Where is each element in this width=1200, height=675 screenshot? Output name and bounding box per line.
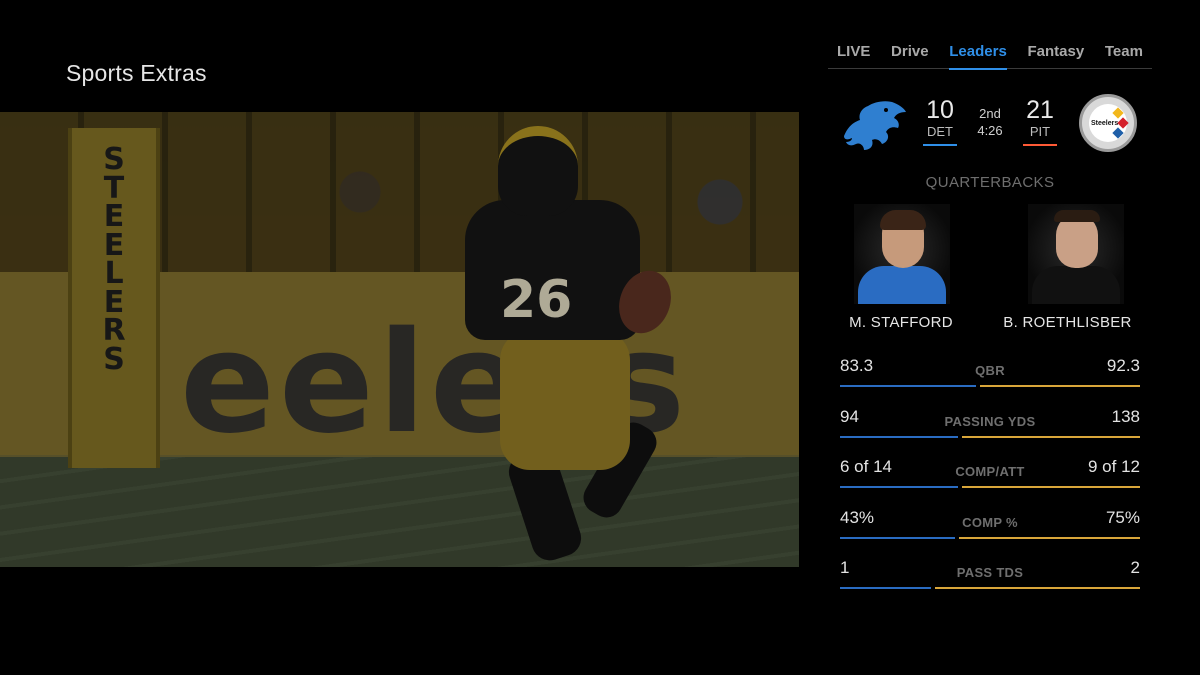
leaders-section-title: QUARTERBACKS — [925, 174, 1055, 191]
game-clock: 2nd 4:26 — [972, 105, 1008, 139]
tab-fantasy[interactable]: Fantasy — [1027, 42, 1084, 69]
stat-away-bar — [840, 486, 958, 488]
stat-label: PASSING YDS — [944, 413, 1036, 429]
home-qb-jersey — [1032, 266, 1120, 304]
stat-row: 6 of 14 COMP/ATT 9 of 12 — [840, 457, 1140, 497]
stat-home-value: 75% — [1105, 507, 1140, 527]
stat-home-value: 92.3 — [1106, 356, 1140, 375]
stat-home-value: 9 of 12 — [1088, 457, 1140, 476]
sports-extras-panel: LIVE Drive Leaders Fantasy Team 10 DET 2… — [828, 0, 1152, 675]
home-team-score: 21 PIT — [1022, 96, 1058, 146]
stat-home-bar — [962, 435, 1140, 438]
away-team-score: 10 DET — [922, 96, 958, 146]
stat-home-bar — [959, 536, 1140, 539]
stat-row: 94 PASSING YDS 138 — [840, 407, 1140, 447]
stat-label: PASS TDS — [956, 565, 1024, 580]
stat-home-bar — [935, 587, 1140, 589]
stat-home-value: 2 — [1130, 558, 1140, 577]
home-qb-face — [1056, 214, 1098, 268]
steelers-logo-inner: Steelers — [1089, 104, 1129, 142]
away-team-color-bar — [923, 144, 957, 146]
stat-row: 1 PASS TDS 2 — [840, 558, 1140, 598]
stat-away-bar — [840, 536, 955, 539]
home-qb-headshot — [1028, 204, 1124, 304]
stat-row: 83.3 QBR 92.3 — [840, 356, 1140, 396]
home-score: 21 — [1026, 96, 1054, 124]
away-qb-name: M. STAFFORD — [849, 314, 953, 331]
steelers-logo-icon: Steelers — [1079, 94, 1137, 152]
extras-tab-bar: LIVE Drive Leaders Fantasy Team — [828, 42, 1152, 70]
stat-row: 43% COMP % 75% — [840, 508, 1140, 548]
tab-team[interactable]: Team — [1105, 42, 1143, 69]
away-abbr: DET — [927, 124, 953, 139]
away-score: 10 — [926, 96, 954, 124]
away-qb-hair — [880, 210, 926, 230]
tab-leaders[interactable]: Leaders — [949, 42, 1007, 70]
scoreboard: 10 DET 2nd 4:26 21 PIT Steelers — [828, 92, 1152, 156]
game-time: 4:26 — [977, 123, 1003, 138]
away-qb-jersey — [858, 266, 946, 304]
stat-home-bar — [962, 486, 1140, 488]
home-qb-card[interactable]: B. ROETHLISBER — [1000, 196, 1150, 336]
tab-live[interactable]: LIVE — [837, 42, 870, 69]
app-title: Sports Extras — [66, 60, 207, 86]
away-qb-headshot — [854, 204, 950, 304]
stat-home-bar — [980, 385, 1140, 387]
away-qb-card[interactable]: M. STAFFORD — [826, 196, 976, 336]
home-team-color-bar — [1023, 144, 1057, 146]
home-qb-hair — [1054, 210, 1100, 222]
stat-away-bar — [840, 435, 958, 438]
lions-logo-icon — [844, 101, 906, 150]
hypocycloid-blue — [1112, 127, 1124, 139]
game-period: 2nd — [979, 106, 1001, 121]
stat-label: QBR — [975, 363, 1005, 378]
stat-home-value: 138 — [1111, 406, 1140, 426]
home-abbr: PIT — [1029, 124, 1051, 139]
tab-drive[interactable]: Drive — [891, 42, 929, 69]
stat-away-bar — [840, 587, 931, 589]
live-video-player[interactable]: eelers STEELERS 26 — [0, 112, 799, 567]
stat-label: COMP % — [962, 514, 1018, 530]
home-qb-name: B. ROETHLISBER — [1003, 314, 1132, 331]
stat-away-bar — [840, 385, 976, 387]
video-dim-overlay — [0, 112, 799, 567]
